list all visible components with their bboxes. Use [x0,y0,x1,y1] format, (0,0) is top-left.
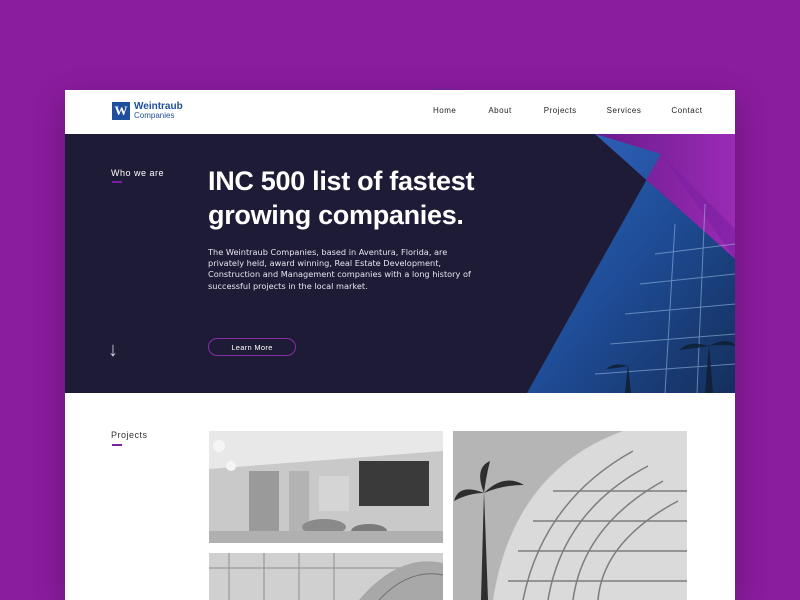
who-we-are-label: Who we are [111,168,165,178]
nav-home[interactable]: Home [433,106,456,115]
hero-title: INC 500 list of fastest growing companie… [208,164,538,232]
projects-label: Projects [111,430,148,440]
nav-contact[interactable]: Contact [671,106,702,115]
company-logo[interactable]: W Weintraub Companies [112,102,183,120]
who-we-are-underline [112,181,122,183]
atrium-photo[interactable] [209,553,443,600]
learn-more-button[interactable]: Learn More [208,338,296,356]
hero-title-line2: growing companies. [208,200,464,230]
website-page: W Weintraub Companies Home About Project… [65,90,735,600]
nav-about[interactable]: About [488,106,511,115]
hero-section: Who we are INC 500 list of fastest growi… [65,134,735,393]
nav-services[interactable]: Services [607,106,642,115]
projects-underline [112,444,122,446]
lobby-photo[interactable] [209,431,443,543]
hero-title-line1: INC 500 list of fastest [208,166,475,196]
logo-sub: Companies [134,111,175,120]
logo-text: Weintraub Companies [134,102,183,120]
site-header: W Weintraub Companies Home About Project… [65,90,735,134]
arrow-down-icon[interactable]: ↓ [108,339,118,362]
hero-description: The Weintraub Companies, based in Aventu… [208,247,471,291]
tower-photo[interactable] [453,431,687,600]
logo-mark-icon: W [112,102,130,120]
nav-projects[interactable]: Projects [544,106,577,115]
main-nav: Home About Projects Services Contact [417,106,702,115]
